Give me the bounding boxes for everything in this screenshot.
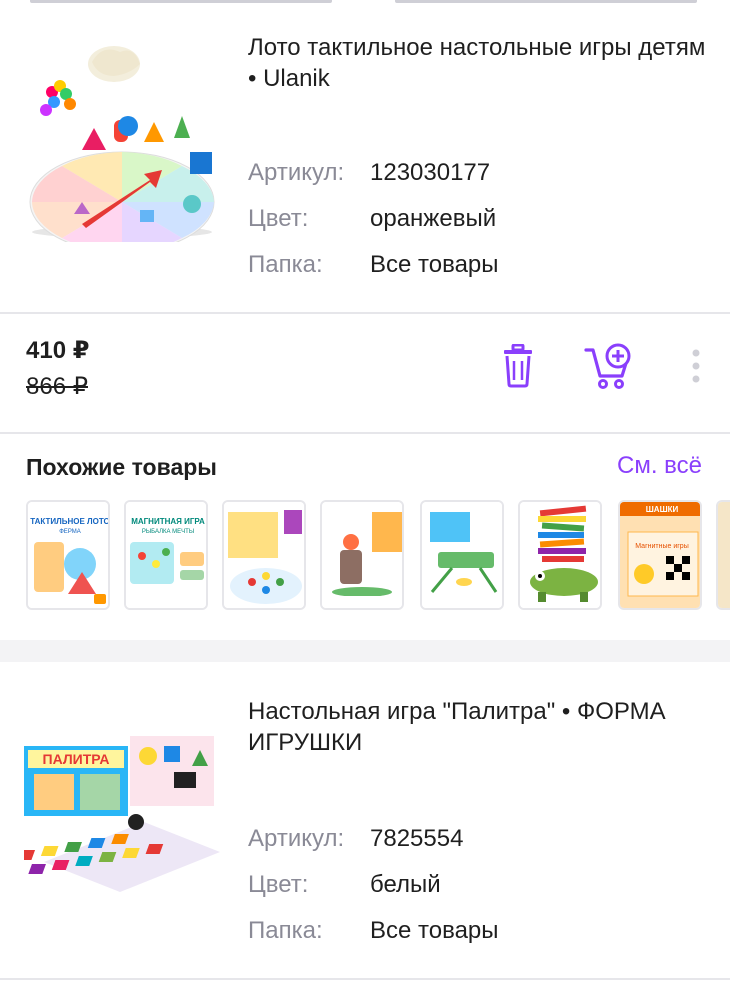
similar-products-strip[interactable]: ТАКТИЛЬНОЕ ЛОТО ФЕРМА МАГНИТНАЯ ИГРА РЫБ…	[26, 500, 730, 612]
header-segment-left	[30, 0, 332, 3]
cart-plus-icon[interactable]	[584, 342, 634, 390]
attribute-folder: Папка: Все товары	[248, 251, 499, 278]
price-old: 866 ₽	[26, 373, 88, 400]
attribute-color: Цвет: белый	[248, 871, 441, 898]
folder-value: Все товары	[370, 917, 499, 944]
product-card[interactable]: ПАЛИТРА Настольная игра "Палитра" • ФОРМ…	[0, 662, 730, 978]
more-vertical-icon[interactable]	[690, 348, 702, 384]
product-card[interactable]: Лото тактильное настольные игры детям • …	[0, 32, 730, 312]
similar-product-thumb[interactable]: ТАКТИЛЬНОЕ ЛОТО ФЕРМА	[26, 500, 110, 610]
price-actions-row: 410 ₽ 866 ₽	[0, 314, 730, 432]
thumb-text: ФЕРМА	[59, 529, 81, 535]
price-current: 410 ₽	[26, 337, 90, 364]
divider	[0, 978, 730, 980]
attribute-folder: Папка: Все товары	[248, 917, 499, 944]
color-value: оранжевый	[370, 205, 497, 232]
svg-text:ПАЛИТРА: ПАЛИТРА	[43, 751, 110, 767]
similar-product-thumb[interactable]	[716, 500, 730, 610]
product-image-palitra[interactable]: ПАЛИТРА	[24, 732, 220, 892]
header-segment-right	[395, 0, 697, 3]
trash-icon[interactable]	[500, 344, 536, 388]
folder-value: Все товары	[370, 251, 499, 278]
similar-product-thumb[interactable]: ШАШКИ Магнитные игры	[618, 500, 702, 610]
color-value: белый	[370, 871, 441, 898]
similar-product-thumb[interactable]	[420, 500, 504, 610]
see-all-link[interactable]: См. всё	[617, 452, 702, 480]
section-gap	[0, 640, 730, 662]
similar-products-section: Похожие товары См. всё ТАКТИЛЬНОЕ ЛОТО Ф…	[0, 434, 730, 639]
similar-product-thumb[interactable]	[320, 500, 404, 610]
attribute-sku: Артикул: 7825554	[248, 825, 464, 852]
thumb-text: Магнитные игры	[635, 543, 688, 550]
thumb-text: ШАШКИ	[646, 505, 679, 514]
similar-product-thumb[interactable]: МАГНИТНАЯ ИГРА РЫБАЛКА МЕЧТЫ	[124, 500, 208, 610]
similar-products-title: Похожие товары	[26, 454, 217, 480]
top-header-strip	[0, 0, 730, 32]
product-title[interactable]: Настольная игра "Палитра" • ФОРМА ИГРУШК…	[248, 696, 710, 758]
product-image-loto[interactable]	[22, 42, 222, 242]
sku-value: 7825554	[370, 825, 464, 852]
attribute-color: Цвет: оранжевый	[248, 205, 497, 232]
thumb-text: МАГНИТНАЯ ИГРА	[131, 517, 205, 526]
product-title[interactable]: Лото тактильное настольные игры детям • …	[248, 32, 710, 94]
thumb-text: ТАКТИЛЬНОЕ ЛОТО	[30, 517, 110, 526]
similar-product-thumb[interactable]	[222, 500, 306, 610]
thumb-text: РЫБАЛКА МЕЧТЫ	[142, 529, 194, 535]
attribute-sku: Артикул: 123030177	[248, 159, 491, 186]
sku-value: 123030177	[370, 159, 491, 186]
similar-product-thumb[interactable]	[518, 500, 602, 610]
